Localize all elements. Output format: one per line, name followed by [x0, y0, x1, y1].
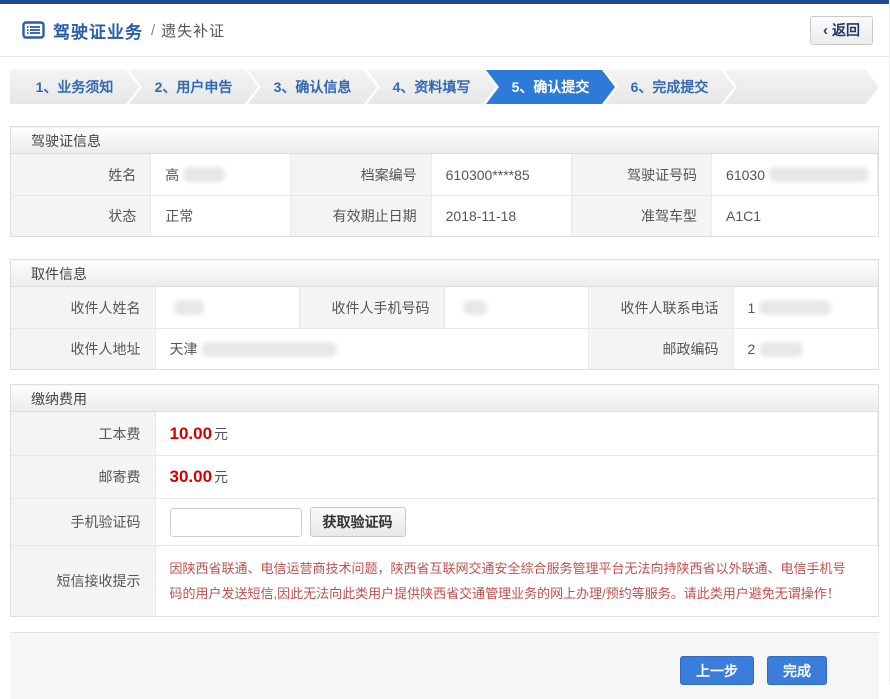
field-value-text: 2: [748, 341, 756, 357]
fee-unit: 元: [214, 467, 228, 487]
field-label: 工本费: [11, 412, 156, 455]
redacted-blur: [183, 167, 225, 182]
field-value: 高: [151, 154, 291, 195]
field-label: 短信接收提示: [11, 545, 156, 616]
fee-unit: 元: [214, 424, 228, 444]
field-value: [156, 287, 301, 328]
section: 缴纳费用工本费10.00元邮寄费30.00元手机验证码获取验证码短信接收提示因陕…: [10, 384, 879, 617]
section: 取件信息收件人姓名 收件人手机号码 收件人联系电话 1 收件人地址天津 邮政编码 2: [10, 259, 879, 370]
field-value: [445, 287, 590, 328]
redacted-blur: [759, 342, 803, 357]
field-value: A1C1: [712, 195, 878, 236]
redacted-blur: [202, 342, 337, 357]
section-title: 驾驶证信息: [11, 127, 878, 154]
field-value: 天津: [156, 328, 590, 369]
field-label: 收件人地址: [11, 328, 156, 369]
field-value: 10.00元: [156, 412, 879, 455]
fee-amount: 30.00: [170, 467, 213, 487]
step-tab-1[interactable]: 1、业务须知: [10, 70, 139, 104]
captcha-input[interactable]: [170, 508, 302, 537]
page: 驾驶证业务 / 遗失补证 ‹ 返回 1、业务须知 2、用户申告 3、确认信息 4、资料…: [0, 0, 890, 685]
step-bar-filler: [724, 70, 879, 104]
field-label: 状态: [11, 195, 151, 236]
field-value-text: 天津: [170, 339, 198, 359]
field-label: 手机验证码: [11, 498, 156, 545]
redacted-blur: [759, 300, 831, 315]
step-tab-6[interactable]: 6、完成提交: [605, 70, 734, 104]
back-button[interactable]: ‹ 返回: [810, 16, 873, 45]
field-value: 正常: [151, 195, 291, 236]
field-label: 准驾车型: [572, 195, 712, 236]
step-tab-4[interactable]: 4、资料填写: [367, 70, 496, 104]
field-value-text: 2018-11-18: [446, 208, 517, 224]
field-value-text: 1: [748, 300, 756, 316]
footer-action-bar: 上一步 完成: [10, 632, 879, 699]
redacted-blur: [174, 300, 204, 315]
section-table: 姓名高 档案编号 610300****85 驾驶证号码 61030 状态正常 有效期止日期 2…: [11, 154, 878, 236]
field-value: 61030: [712, 154, 878, 195]
field-label: 收件人姓名: [11, 287, 156, 328]
step-tab-label: 5、确认提交: [512, 77, 590, 97]
field-value-text: A1C1: [726, 208, 761, 224]
field-label: 邮政编码: [589, 328, 734, 369]
breadcrumb-current: 遗失补证: [161, 20, 225, 41]
field-value-text: 正常: [165, 206, 193, 226]
step-tab-label: 1、业务须知: [36, 77, 114, 97]
step-tab-2[interactable]: 2、用户申告: [129, 70, 258, 104]
field-value-text: 高: [165, 165, 179, 185]
step-tab-label: 3、确认信息: [274, 77, 352, 97]
field-value: 获取验证码: [156, 498, 879, 545]
back-button-label: 返回: [832, 20, 860, 40]
breadcrumb-separator: /: [151, 22, 155, 39]
chevron-left-icon: ‹: [823, 22, 828, 39]
field-label: 姓名: [11, 154, 151, 195]
step-tab-label: 4、资料填写: [393, 77, 471, 97]
field-value-text: 610300****85: [446, 167, 530, 183]
section-title: 取件信息: [11, 260, 878, 287]
step-tab-5[interactable]: 5、确认提交: [486, 70, 615, 104]
previous-step-button[interactable]: 上一步: [680, 656, 754, 685]
page-header: 驾驶证业务 / 遗失补证 ‹ 返回: [0, 4, 889, 57]
field-value: 因陕西省联通、电信运营商技术问题，陕西省互联网交通安全综合服务管理平台无法向持陕…: [156, 545, 879, 616]
section: 驾驶证信息姓名高 档案编号 610300****85 驾驶证号码 61030 状态正常 有效…: [10, 126, 879, 237]
step-wizard: 1、业务须知 2、用户申告 3、确认信息 4、资料填写 5、确认提交 6、完成提交: [10, 70, 879, 104]
field-label: 驾驶证号码: [572, 154, 712, 195]
field-value: 1: [734, 287, 879, 328]
finish-button[interactable]: 完成: [767, 656, 827, 685]
field-value: 610300****85: [432, 154, 572, 195]
field-value: 2: [734, 328, 879, 369]
step-tab-label: 2、用户申告: [155, 77, 233, 97]
field-label: 收件人手机号码: [300, 287, 445, 328]
section-table: 工本费10.00元邮寄费30.00元手机验证码获取验证码短信接收提示因陕西省联通…: [11, 412, 878, 616]
sms-notice-text: 因陕西省联通、电信运营商技术问题，陕西省互联网交通安全综合服务管理平台无法向持陕…: [170, 550, 871, 612]
field-label: 档案编号: [291, 154, 431, 195]
section-title: 缴纳费用: [11, 385, 878, 412]
field-value: 2018-11-18: [432, 195, 572, 236]
field-label: 有效期止日期: [291, 195, 431, 236]
step-tab-3[interactable]: 3、确认信息: [248, 70, 377, 104]
list-icon: [22, 21, 45, 39]
section-table: 收件人姓名 收件人手机号码 收件人联系电话 1 收件人地址天津 邮政编码 2: [11, 287, 878, 369]
field-value: 30.00元: [156, 455, 879, 498]
field-value-text: 61030: [726, 167, 765, 183]
field-label: 收件人联系电话: [589, 287, 734, 328]
redacted-blur: [769, 167, 869, 182]
redacted-blur: [463, 300, 487, 315]
content-area: 驾驶证信息姓名高 档案编号 610300****85 驾驶证号码 61030 状态正常 有效…: [0, 126, 889, 617]
field-label: 邮寄费: [11, 455, 156, 498]
page-title: 驾驶证业务: [53, 18, 143, 43]
get-code-button[interactable]: 获取验证码: [310, 507, 406, 537]
fee-amount: 10.00: [170, 424, 213, 444]
step-tab-label: 6、完成提交: [631, 77, 709, 97]
